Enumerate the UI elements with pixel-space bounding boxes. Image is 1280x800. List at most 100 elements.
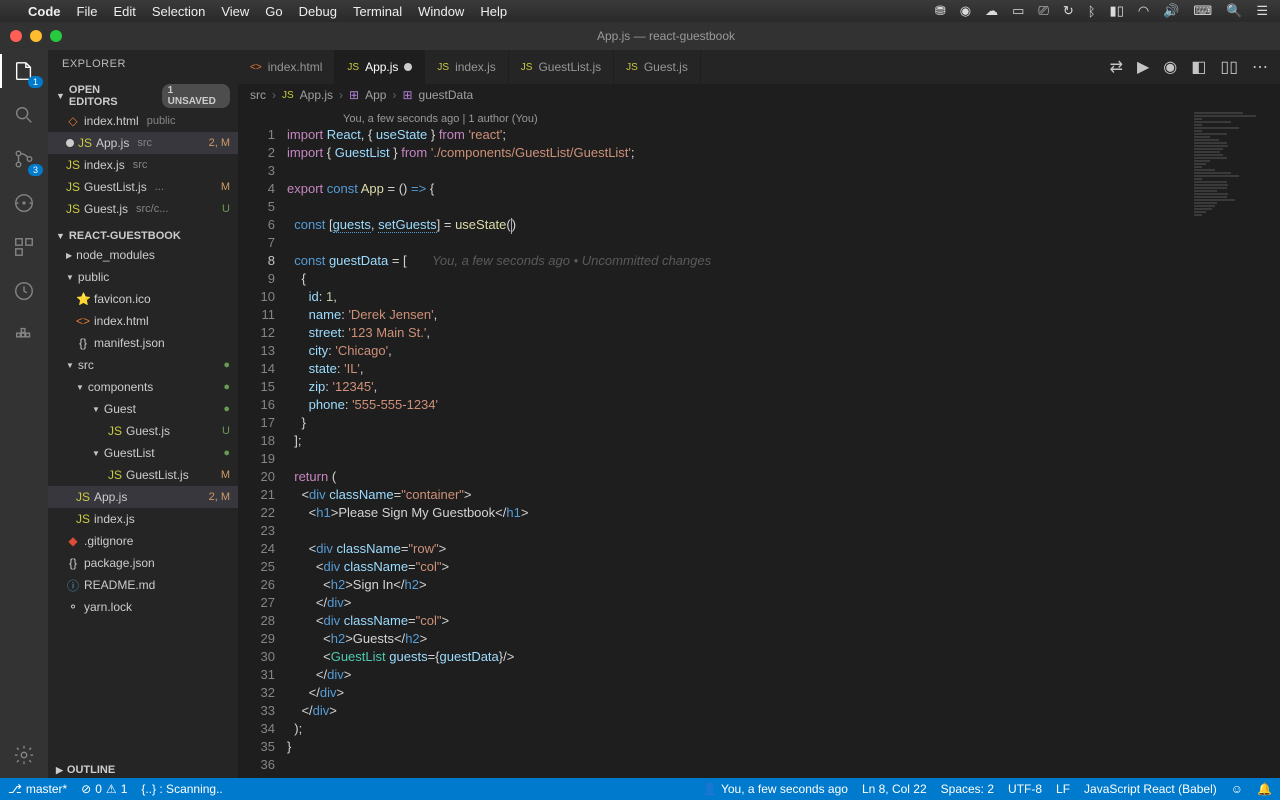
menubar-selection[interactable]: Selection	[152, 4, 205, 19]
sync-icon[interactable]: ◉	[960, 3, 971, 19]
activity-settings-icon[interactable]	[11, 742, 37, 768]
language-mode[interactable]: JavaScript React (Babel)	[1084, 782, 1217, 796]
menubar-view[interactable]: View	[221, 4, 249, 19]
tab-actions: ⇄ ▶ ◉ ◧ ▯▯ ⋯	[1098, 50, 1280, 84]
error-icon: ⊘	[81, 782, 91, 796]
problems[interactable]: ⊘0 ⚠1	[81, 782, 127, 796]
activity-debug-icon[interactable]	[11, 190, 37, 216]
bluetooth-icon[interactable]: ᛒ	[1088, 4, 1096, 19]
indentation[interactable]: Spaces: 2	[941, 782, 994, 796]
status-bar: ⎇master* ⊘0 ⚠1 {..} : Scanning.. 👤You, a…	[0, 778, 1280, 800]
scanning-status[interactable]: {..} : Scanning..	[141, 782, 222, 796]
mac-menubar: Code File Edit Selection View Go Debug T…	[0, 0, 1280, 22]
tree-file[interactable]: JS App.js2, M	[48, 486, 238, 508]
tree-folder[interactable]: ▼ components●	[48, 376, 238, 398]
editor-tab[interactable]: JSGuestList.js	[509, 50, 614, 84]
menubar-window[interactable]: Window	[418, 4, 464, 19]
open-editor-item[interactable]: JS App.js src 2, M	[48, 132, 238, 154]
volume-icon[interactable]: 🔊	[1163, 3, 1179, 19]
explorer-badge: 1	[28, 76, 43, 88]
search-icon[interactable]: 🔍	[1226, 3, 1242, 19]
code-editor[interactable]: 1234567891011121314151617181920212223242…	[238, 106, 1280, 778]
open-editor-item[interactable]: ◇ index.html public	[48, 110, 238, 132]
editor-area: <>index.htmlJSApp.jsJSindex.jsJSGuestLis…	[238, 50, 1280, 778]
cloud-icon[interactable]: ☁	[985, 3, 998, 19]
codelens[interactable]: You, a few seconds ago | 1 author (You)	[287, 110, 1190, 126]
input-icon[interactable]: ⌨	[1193, 3, 1212, 19]
open-editors-header[interactable]: ▼ OPEN EDITORS 1 UNSAVED	[48, 82, 238, 110]
breadcrumb[interactable]: src› JS App.js› ⊞ App› ⊞ guestData	[238, 84, 1280, 106]
more-actions-icon[interactable]: ⋯	[1252, 57, 1268, 77]
scm-badge: 3	[28, 164, 43, 176]
project-header[interactable]: ▼ REACT-GUESTBOOK	[48, 228, 238, 244]
screen-icon[interactable]: ⎚	[1038, 3, 1048, 19]
run-icon[interactable]: ▶	[1137, 57, 1149, 77]
menubar-go[interactable]: Go	[265, 4, 282, 19]
tree-file[interactable]: ◆ .gitignore	[48, 530, 238, 552]
tree-folder[interactable]: ▼ src●	[48, 354, 238, 376]
feedback-icon[interactable]: ☺	[1231, 782, 1243, 796]
js-icon: JS	[66, 180, 80, 194]
tree-folder[interactable]: ▼ public	[48, 266, 238, 288]
preview-icon[interactable]: ◉	[1163, 57, 1177, 77]
open-editor-item[interactable]: JS Guest.js src/c... U	[48, 198, 238, 220]
activity-search-icon[interactable]	[11, 102, 37, 128]
explorer-sidebar: EXPLORER ▼ OPEN EDITORS 1 UNSAVED ◇ inde…	[48, 50, 238, 778]
activity-liveshare-icon[interactable]	[11, 278, 37, 304]
open-editor-item[interactable]: JS index.js src	[48, 154, 238, 176]
cursor-position[interactable]: Ln 8, Col 22	[862, 782, 927, 796]
battery-icon[interactable]: ▮▯	[1110, 3, 1124, 19]
activity-scm-icon[interactable]: 3	[11, 146, 37, 172]
wifi-icon[interactable]: ◠	[1138, 3, 1149, 19]
menubar-app[interactable]: Code	[28, 4, 61, 19]
activity-extensions-icon[interactable]	[11, 234, 37, 260]
git-branch[interactable]: ⎇master*	[8, 782, 67, 796]
activity-explorer-icon[interactable]: 1	[11, 58, 37, 84]
tree-folder[interactable]: ▼ Guest●	[48, 398, 238, 420]
open-changes-icon[interactable]: ◧	[1191, 57, 1206, 77]
tree-file[interactable]: JS index.js	[48, 508, 238, 530]
encoding[interactable]: UTF-8	[1008, 782, 1042, 796]
split-editor-icon[interactable]: ▯▯	[1220, 57, 1238, 77]
tree-file[interactable]: {} package.json	[48, 552, 238, 574]
tree-file[interactable]: JS Guest.jsU	[48, 420, 238, 442]
code-content[interactable]: You, a few seconds ago | 1 author (You) …	[287, 106, 1190, 778]
menubar-terminal[interactable]: Terminal	[353, 4, 402, 19]
dropbox-icon[interactable]: ⛃	[935, 3, 946, 19]
git-blame[interactable]: 👤You, a few seconds ago	[702, 782, 848, 796]
chevron-down-icon: ▼	[56, 91, 65, 101]
editor-tab[interactable]: JSindex.js	[425, 50, 508, 84]
compare-changes-icon[interactable]: ⇄	[1110, 57, 1123, 77]
editor-tab[interactable]: <>index.html	[238, 50, 335, 84]
editor-tab[interactable]: JSGuest.js	[614, 50, 701, 84]
menubar-edit[interactable]: Edit	[113, 4, 135, 19]
tree-file[interactable]: ⚬ yarn.lock	[48, 596, 238, 618]
tree-file[interactable]: JS GuestList.jsM	[48, 464, 238, 486]
menubar-status-icons: ⛃ ◉ ☁ ▭ ⎚ ↻ ᛒ ▮▯ ◠ 🔊 ⌨ 🔍 ☰	[935, 3, 1268, 19]
activity-bar: 1 3	[0, 50, 48, 778]
timemachine-icon[interactable]: ↻	[1063, 3, 1074, 19]
menubar-debug[interactable]: Debug	[299, 4, 337, 19]
close-button[interactable]	[10, 30, 22, 42]
tree-file[interactable]: ⓘ README.md	[48, 574, 238, 596]
tree-folder[interactable]: ▶ node_modules	[48, 244, 238, 266]
maximize-button[interactable]	[50, 30, 62, 42]
line-gutter: 1234567891011121314151617181920212223242…	[241, 106, 287, 778]
minimap[interactable]	[1190, 106, 1280, 778]
eol[interactable]: LF	[1056, 782, 1070, 796]
menubar-help[interactable]: Help	[480, 4, 507, 19]
js-icon: JS	[78, 136, 92, 150]
menu-icon[interactable]: ☰	[1256, 3, 1268, 19]
tree-file[interactable]: ⭐ favicon.ico	[48, 288, 238, 310]
minimize-button[interactable]	[30, 30, 42, 42]
tree-file[interactable]: <> index.html	[48, 310, 238, 332]
notifications-icon[interactable]: 🔔	[1257, 782, 1272, 796]
tree-folder[interactable]: ▼ GuestList●	[48, 442, 238, 464]
editor-tab[interactable]: JSApp.js	[335, 50, 425, 84]
outline-header[interactable]: ▶ OUTLINE	[48, 762, 238, 778]
menubar-file[interactable]: File	[77, 4, 98, 19]
tree-file[interactable]: {} manifest.json	[48, 332, 238, 354]
open-editor-item[interactable]: JS GuestList.js ... M	[48, 176, 238, 198]
activity-docker-icon[interactable]	[11, 322, 37, 348]
display-icon[interactable]: ▭	[1012, 3, 1024, 19]
